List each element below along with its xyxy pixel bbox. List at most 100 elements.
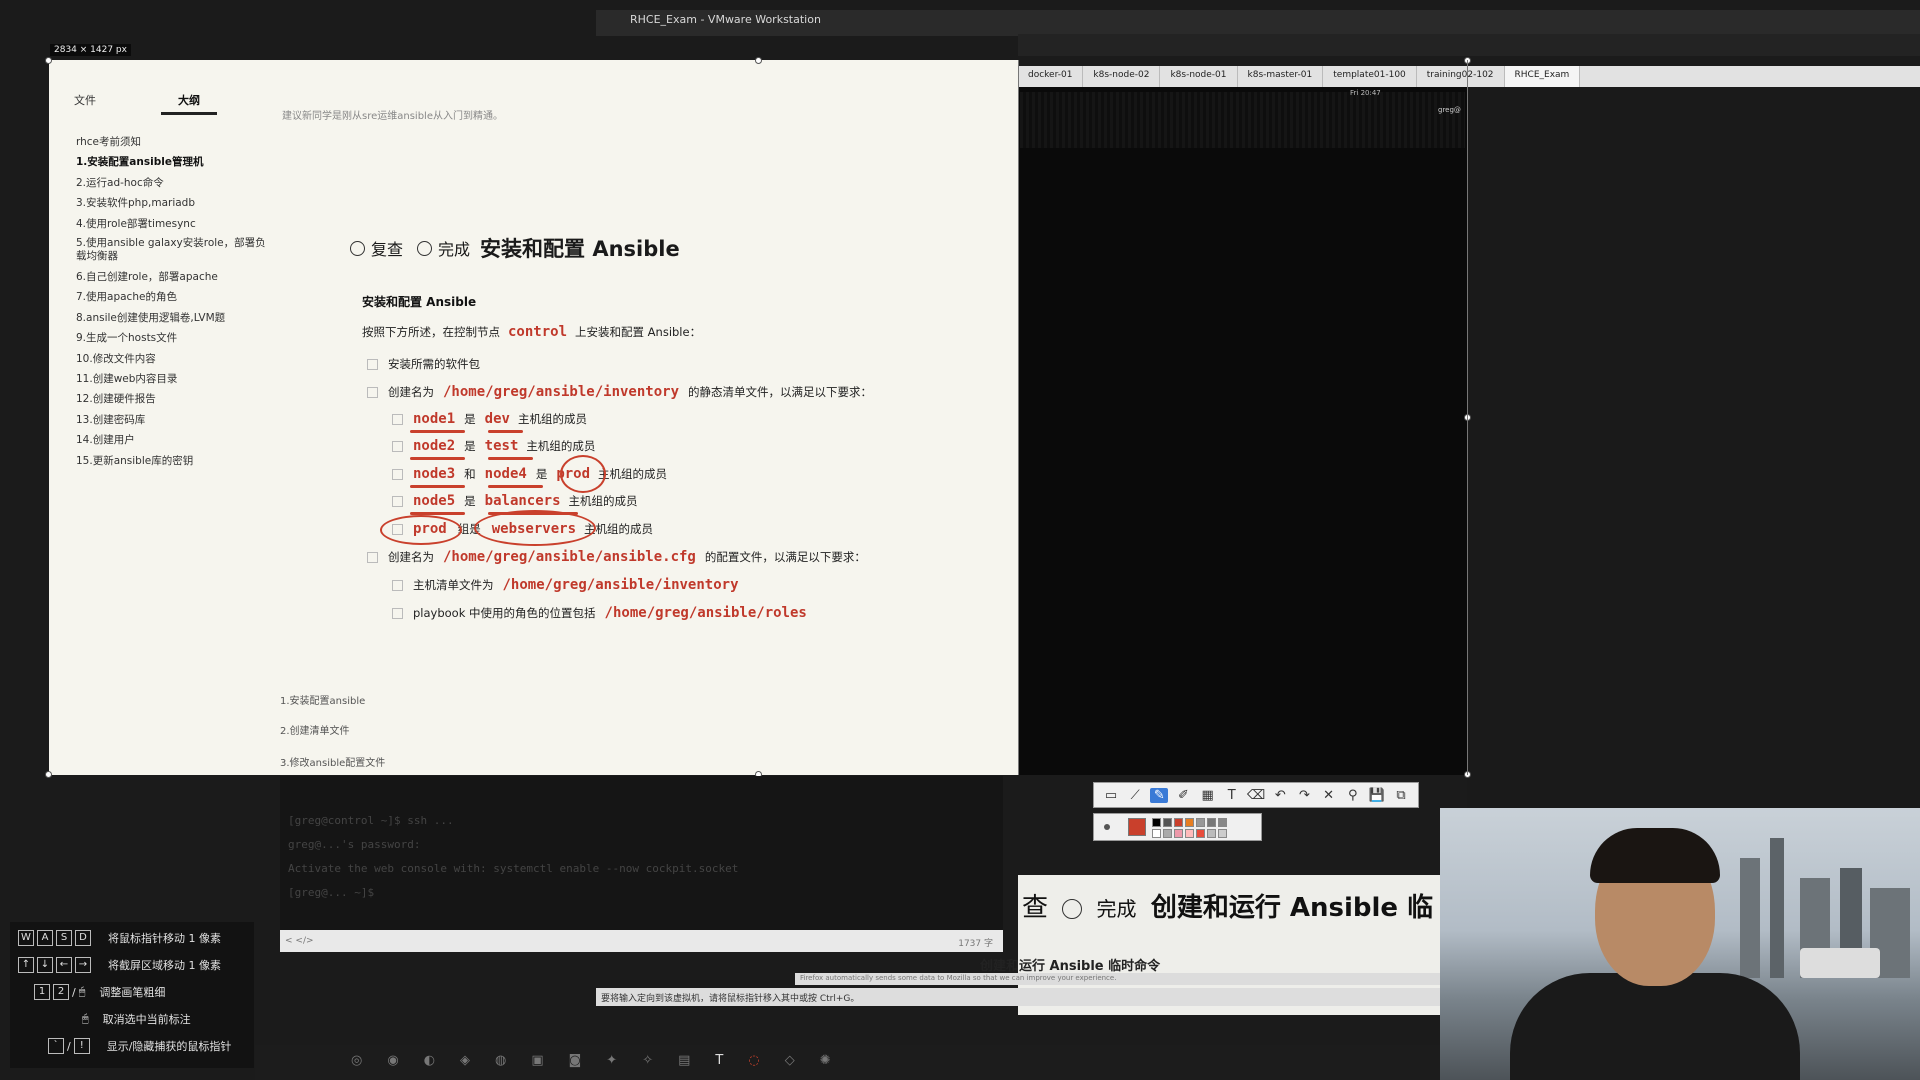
vmware-title-bar: RHCE_Exam - VMware Workstation (596, 10, 1920, 36)
taskbar-app-icon[interactable]: ◇ (785, 1053, 795, 1072)
taskbar-app-icon[interactable]: ◉ (387, 1053, 398, 1072)
annotation-circle (474, 510, 596, 546)
outline-item[interactable]: 7.使用apache的角色 (76, 287, 276, 307)
vm-tab-template01-100[interactable]: template01-100 (1323, 66, 1417, 87)
taskbar-app-icon[interactable]: ✺ (820, 1053, 831, 1072)
outline-item[interactable]: 6.自己创建role，部署apache (76, 267, 276, 287)
color-swatch[interactable] (1218, 818, 1227, 827)
redo-icon[interactable]: ↷ (1295, 788, 1313, 803)
step-3: 3.修改ansible配置文件 (280, 758, 386, 769)
taskbar-app-icon[interactable]: ◍ (495, 1053, 506, 1072)
outline-item[interactable]: 12.创建硬件报告 (76, 389, 276, 409)
taskbar-app-icon[interactable]: ◌ (748, 1053, 759, 1072)
checkbox[interactable] (367, 358, 378, 370)
pen-tool-icon[interactable]: ✎ (1150, 787, 1169, 803)
vmware-tabs: docker-01 k8s-node-02 k8s-node-01 k8s-ma… (1018, 66, 1920, 87)
checkbox[interactable] (392, 607, 403, 619)
color-swatch[interactable] (1207, 829, 1216, 838)
outline-item[interactable]: 9.生成一个hosts文件 (76, 328, 276, 348)
skyline-building (1770, 838, 1784, 978)
taskbar-app-icon[interactable]: ✦ (606, 1053, 617, 1072)
vm-tab-k8s-node-01[interactable]: k8s-node-01 (1160, 66, 1238, 87)
footer-left[interactable]: < </> (285, 936, 314, 946)
outline-item[interactable]: 15.更新ansible库的密钥 (76, 451, 276, 471)
color-swatch[interactable] (1152, 818, 1161, 827)
checkbox[interactable] (392, 579, 403, 591)
color-swatch[interactable] (1185, 829, 1194, 838)
selection-handle[interactable] (45, 771, 52, 778)
line-tool-icon[interactable]: ⟋ (1126, 788, 1144, 803)
vm-tab-docker-01[interactable]: docker-01 (1018, 66, 1084, 87)
outline-item[interactable]: 11.创建web内容目录 (76, 369, 276, 389)
review-radio[interactable] (350, 240, 365, 256)
color-swatch[interactable] (1196, 818, 1205, 827)
color-swatch[interactable] (1174, 829, 1183, 838)
color-swatch[interactable] (1207, 818, 1216, 827)
tab-files[interactable]: 文件 (74, 92, 96, 108)
copy-icon[interactable]: ⧉ (1392, 788, 1410, 803)
checkbox[interactable] (367, 386, 378, 398)
outline-item[interactable]: 2.运行ad-hoc命令 (76, 173, 276, 193)
outline-item-active[interactable]: 1.安装配置ansible管理机 (76, 152, 276, 172)
req-node3-node4: node3 和 node4 是 prod 主机组的成员 (392, 466, 667, 482)
pen-size-dot[interactable] (1104, 824, 1110, 830)
save-icon[interactable]: 💾 (1368, 788, 1386, 803)
vm-tab-k8s-master-01[interactable]: k8s-master-01 (1238, 66, 1324, 87)
help-row: 1 2/🖱 调整画笔粗细 (34, 984, 165, 1000)
tab-outline[interactable]: 大纲 (161, 92, 217, 115)
mosaic-tool-icon[interactable]: ▦ (1199, 788, 1217, 803)
marker-tool-icon[interactable]: ✐ (1174, 788, 1192, 803)
close-icon[interactable]: ✕ (1320, 788, 1338, 803)
taskbar-app-icon[interactable]: ▤ (678, 1053, 690, 1072)
checkbox[interactable] (367, 551, 378, 563)
outline-item[interactable]: 3.安装软件php,mariadb (76, 193, 276, 213)
checkbox[interactable] (392, 440, 403, 452)
text-tool-icon[interactable]: T (1223, 788, 1241, 803)
color-swatch[interactable] (1174, 818, 1183, 827)
color-swatch[interactable] (1163, 818, 1172, 827)
color-swatch[interactable] (1196, 829, 1205, 838)
person-shirt (1510, 973, 1800, 1080)
done-radio[interactable] (417, 240, 433, 256)
member-label: 主机组的成员 (568, 494, 638, 508)
vm-tab-k8s-node-02[interactable]: k8s-node-02 (1083, 66, 1161, 87)
outline-item[interactable]: 8.ansile创建使用逻辑卷,LVM题 (76, 308, 276, 328)
req-roles: playbook 中使用的角色的位置包括 /home/greg/ansible/… (392, 605, 807, 621)
taskbar-app-icon[interactable]: ◐ (424, 1053, 435, 1072)
outline-item[interactable]: 13.创建密码库 (76, 410, 276, 430)
checkbox[interactable] (392, 413, 403, 425)
help-label: 将鼠标指针移动 1 像素 (108, 932, 221, 945)
outline-item[interactable]: 10.修改文件内容 (76, 349, 276, 369)
taskbar-app-icon[interactable]: T (715, 1053, 723, 1072)
color-swatch[interactable] (1152, 829, 1161, 838)
selection-handle[interactable] (45, 57, 52, 64)
taskbar-app-icon[interactable]: ◈ (460, 1053, 470, 1072)
vm-tab-training02-102[interactable]: training02-102 (1417, 66, 1505, 87)
checkbox[interactable] (392, 495, 403, 507)
selection-handle[interactable] (755, 57, 762, 64)
color-swatch[interactable] (1185, 818, 1194, 827)
vm-screen[interactable] (1018, 87, 1467, 775)
outline-item[interactable]: rhce考前须知 (76, 132, 276, 152)
outline-item[interactable]: 5.使用ansible galaxy安装role，部署负载均衡器 (76, 237, 276, 263)
color-swatch[interactable] (1218, 829, 1227, 838)
instruction-post: 上安装和配置 Ansible： (575, 325, 702, 339)
taskbar-app-icon[interactable]: ◎ (351, 1053, 362, 1072)
undo-icon[interactable]: ↶ (1271, 788, 1289, 803)
help-row: 🖱 取消选中当前标注 (82, 1011, 191, 1027)
rect-tool-icon[interactable]: ▭ (1102, 788, 1120, 803)
checkbox[interactable] (392, 468, 403, 480)
vm-tab-rhce-exam[interactable]: RHCE_Exam (1504, 66, 1581, 87)
taskbar-app-icon[interactable]: ◙ (569, 1053, 582, 1072)
current-color-swatch[interactable] (1128, 818, 1146, 836)
eraser-tool-icon[interactable]: ⌫ (1247, 788, 1265, 803)
outline-item[interactable]: 14.创建用户 (76, 430, 276, 450)
color-swatch[interactable] (1163, 829, 1172, 838)
taskbar-app-icon[interactable]: ▣ (531, 1053, 543, 1072)
pin-icon[interactable]: ⚲ (1344, 788, 1362, 803)
task-create-cfg: 创建名为 /home/greg/ansible/ansible.cfg 的配置文… (367, 549, 866, 565)
outline-item[interactable]: 4.使用role部署timesync (76, 214, 276, 234)
terminal[interactable]: [greg@control ~]$ ssh ... greg@...'s pas… (280, 776, 1003, 930)
member-label: 主机组的成员 (598, 467, 668, 481)
taskbar-app-icon[interactable]: ✧ (642, 1053, 653, 1072)
